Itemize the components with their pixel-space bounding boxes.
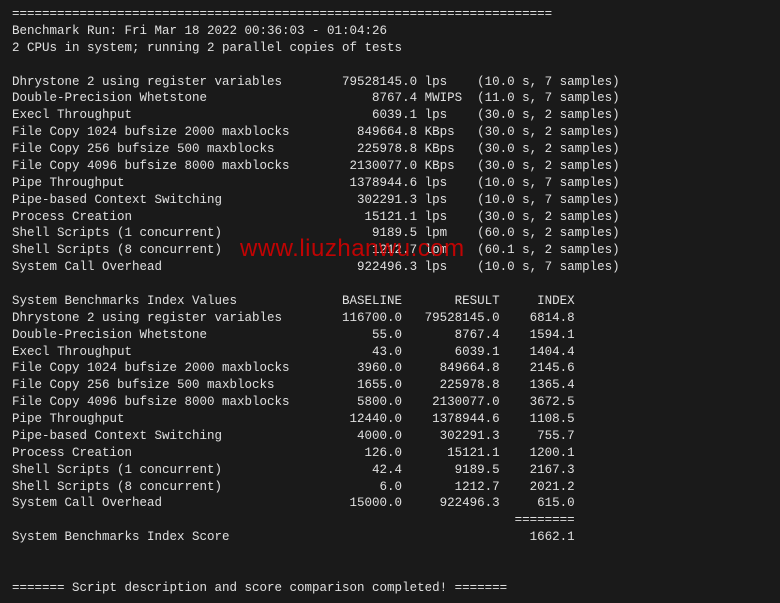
benchmark-row: Pipe-based Context Switching 302291.3 lp… (12, 192, 768, 209)
index-row: Pipe-based Context Switching 4000.0 3022… (12, 428, 768, 445)
benchmark-row: Process Creation 15121.1 lps (30.0 s, 2 … (12, 209, 768, 226)
header-cpus: 2 CPUs in system; running 2 parallel cop… (12, 40, 768, 57)
benchmark-row: Execl Throughput 6039.1 lps (30.0 s, 2 s… (12, 107, 768, 124)
score-rule: ======== (12, 512, 768, 529)
index-row: File Copy 256 bufsize 500 maxblocks 1655… (12, 377, 768, 394)
index-row: Shell Scripts (8 concurrent) 6.0 1212.7 … (12, 479, 768, 496)
index-row: File Copy 4096 bufsize 8000 maxblocks 58… (12, 394, 768, 411)
benchmark-row: Double-Precision Whetstone 8767.4 MWIPS … (12, 90, 768, 107)
index-row: Process Creation 126.0 15121.1 1200.1 (12, 445, 768, 462)
blank-line (12, 563, 768, 580)
blank-line (12, 57, 768, 74)
index-row: Shell Scripts (1 concurrent) 42.4 9189.5… (12, 462, 768, 479)
index-row: File Copy 1024 bufsize 2000 maxblocks 39… (12, 360, 768, 377)
benchmark-row: File Copy 4096 bufsize 8000 maxblocks 21… (12, 158, 768, 175)
benchmark-row: File Copy 256 bufsize 500 maxblocks 2259… (12, 141, 768, 158)
rule-top: ========================================… (12, 6, 768, 23)
benchmark-row: File Copy 1024 bufsize 2000 maxblocks 84… (12, 124, 768, 141)
benchmark-row: Shell Scripts (1 concurrent) 9189.5 lpm … (12, 225, 768, 242)
footer-line: ======= Script description and score com… (12, 580, 768, 597)
index-row: Execl Throughput 43.0 6039.1 1404.4 (12, 344, 768, 361)
index-row: Double-Precision Whetstone 55.0 8767.4 1… (12, 327, 768, 344)
benchmark-row: Shell Scripts (8 concurrent) 1212.7 lpm … (12, 242, 768, 259)
index-row: Dhrystone 2 using register variables 116… (12, 310, 768, 327)
benchmark-table: Dhrystone 2 using register variables 795… (12, 74, 768, 277)
benchmark-row: Dhrystone 2 using register variables 795… (12, 74, 768, 91)
benchmark-row: System Call Overhead 922496.3 lps (10.0 … (12, 259, 768, 276)
benchmark-row: Pipe Throughput 1378944.6 lps (10.0 s, 7… (12, 175, 768, 192)
score-line: System Benchmarks Index Score 1662.1 (12, 529, 768, 546)
blank-line (12, 276, 768, 293)
header-run: Benchmark Run: Fri Mar 18 2022 00:36:03 … (12, 23, 768, 40)
index-row: Pipe Throughput 12440.0 1378944.6 1108.5 (12, 411, 768, 428)
index-row: System Call Overhead 15000.0 922496.3 61… (12, 495, 768, 512)
index-table: Dhrystone 2 using register variables 116… (12, 310, 768, 513)
blank-line (12, 546, 768, 563)
index-header: System Benchmarks Index Values BASELINE … (12, 293, 768, 310)
